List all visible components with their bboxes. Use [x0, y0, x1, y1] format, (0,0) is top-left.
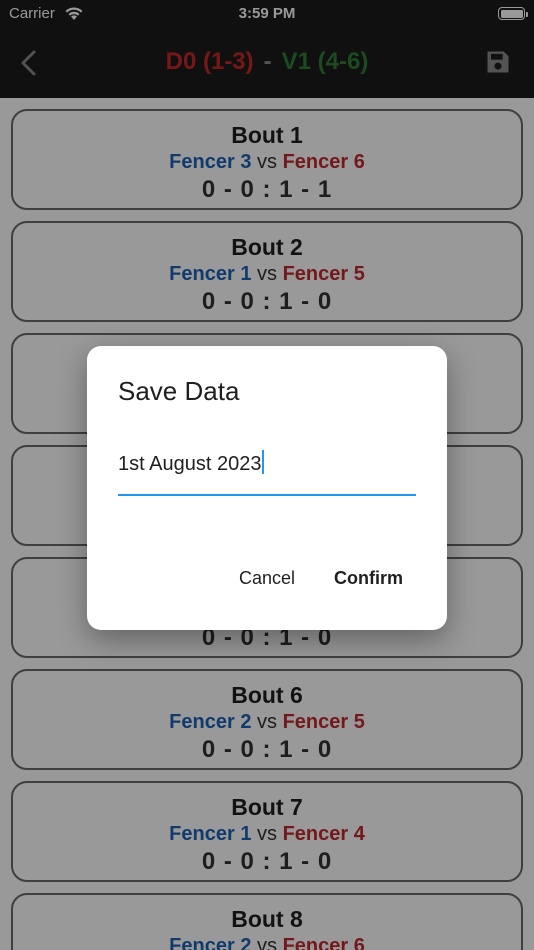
cancel-button[interactable]: Cancel — [231, 566, 303, 591]
save-name-input[interactable]: 1st August 2023 — [118, 450, 416, 496]
save-data-dialog: Save Data 1st August 2023 Cancel Confirm — [87, 346, 447, 630]
dialog-actions: Cancel Confirm — [231, 566, 411, 591]
text-caret — [262, 450, 265, 474]
confirm-button[interactable]: Confirm — [326, 566, 411, 591]
save-name-value[interactable]: 1st August 2023 — [118, 453, 261, 475]
dialog-title: Save Data — [118, 376, 240, 406]
